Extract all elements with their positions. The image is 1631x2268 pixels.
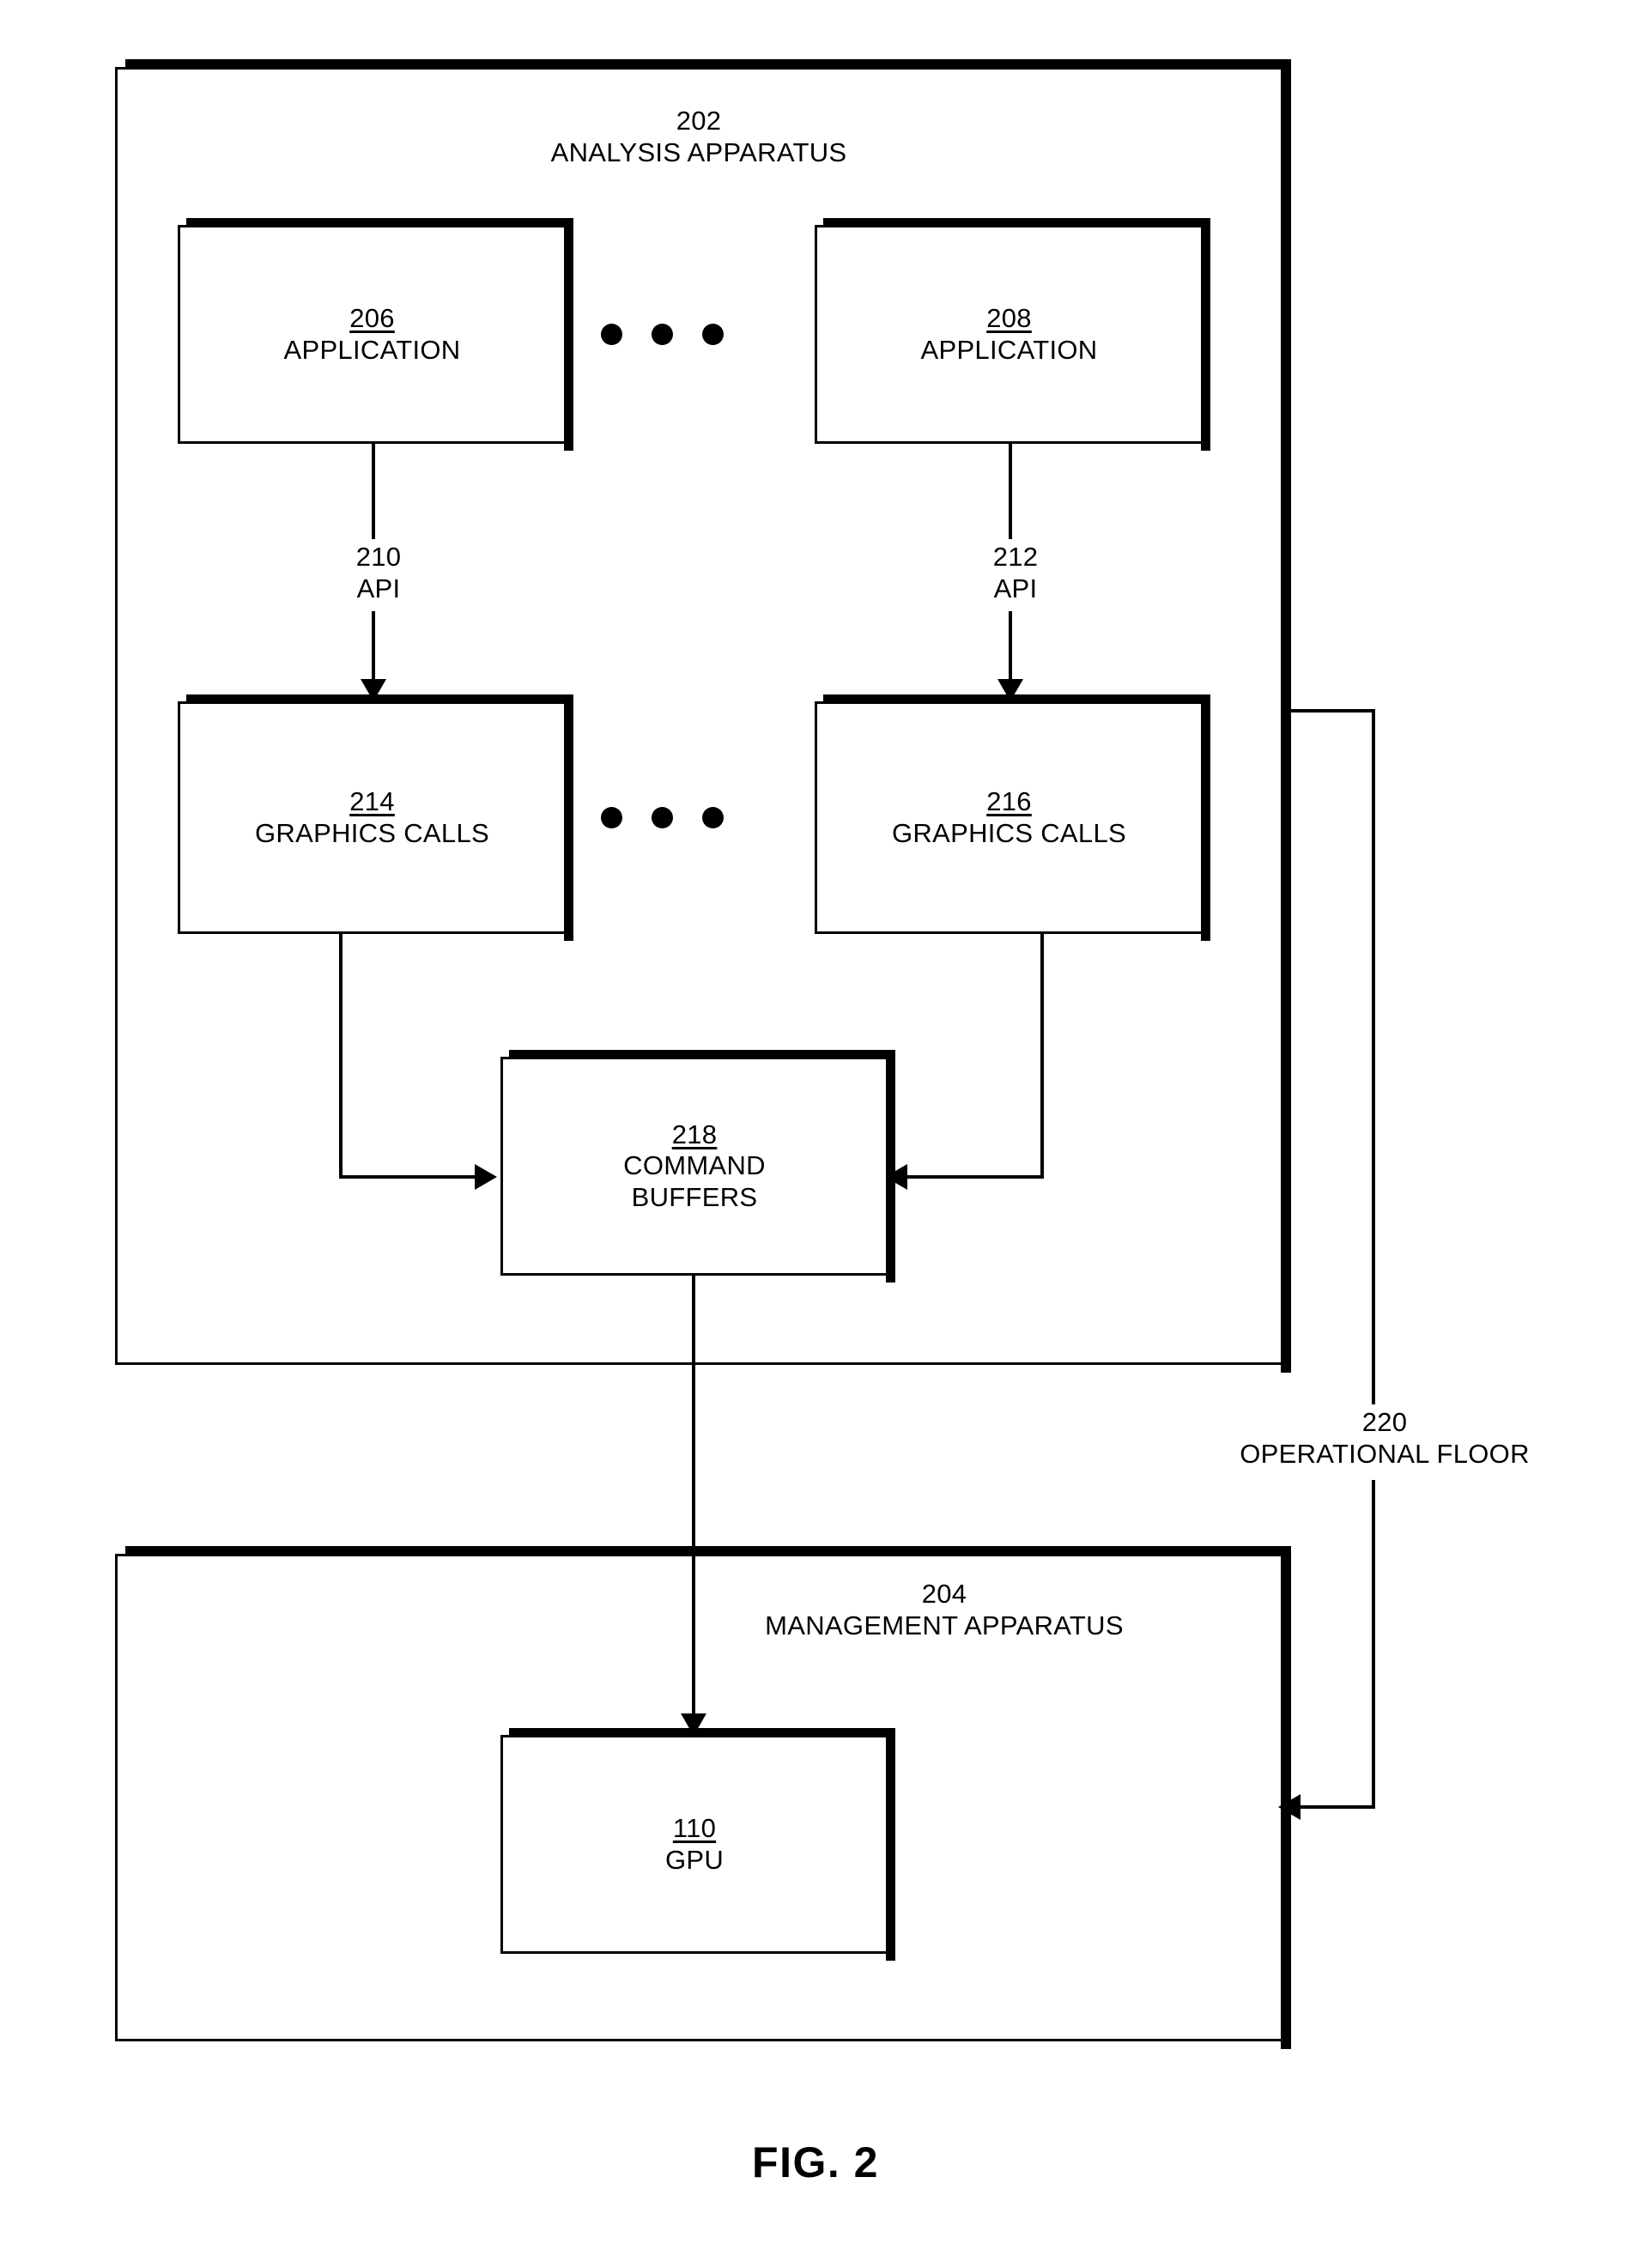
edge-line-api-210-lower xyxy=(372,611,375,685)
figure-caption: FIG. 2 xyxy=(752,2138,879,2186)
edge-line-214-to-218-vertical xyxy=(339,934,343,1179)
ellipsis-dot xyxy=(652,324,673,345)
edge-line-api-212 xyxy=(1009,444,1012,541)
analysis-apparatus-label: ANALYSIS APPARATUS xyxy=(550,137,847,168)
edge-line-operational-floor-upper xyxy=(1372,709,1375,1408)
analysis-apparatus-ref: 202 xyxy=(676,106,722,136)
node-command-buffers-218[interactable]: 218 COMMAND BUFFERS xyxy=(500,1050,895,1283)
edge-ref-210: 210 xyxy=(355,542,402,572)
edge-line-218-to-gpu xyxy=(692,1276,695,1719)
node-label-206: APPLICATION xyxy=(283,334,461,365)
ellipsis-dot xyxy=(601,324,622,345)
edge-line-operational-floor-top xyxy=(1283,709,1375,713)
edge-line-api-210 xyxy=(372,444,375,541)
node-label-214: GRAPHICS CALLS xyxy=(255,817,489,848)
node-label-216: GRAPHICS CALLS xyxy=(892,817,1126,848)
arrowhead-operational-floor xyxy=(1278,1794,1301,1820)
node-application-206[interactable]: 206 APPLICATION xyxy=(178,218,573,451)
edge-text-220: OPERATIONAL FLOOR xyxy=(1240,1439,1530,1470)
node-ref-216: 216 xyxy=(986,785,1032,816)
ellipsis-dot xyxy=(702,324,724,345)
node-label-110: GPU xyxy=(664,1844,725,1875)
edge-ref-220: 220 xyxy=(1361,1407,1408,1437)
ellipsis-dot xyxy=(702,807,724,828)
node-label-218: COMMAND BUFFERS xyxy=(623,1150,766,1212)
edge-text-210: API xyxy=(356,573,401,604)
edge-label-operational-floor: 220 OPERATIONAL FLOOR xyxy=(1142,1404,1628,1472)
edge-line-operational-floor-bottom xyxy=(1299,1805,1375,1809)
analysis-apparatus-caption: 202 ANALYSIS APPARATUS xyxy=(458,105,939,168)
edge-line-216-to-218-horizontal xyxy=(906,1175,1044,1179)
node-ref-214: 214 xyxy=(349,785,395,816)
edge-line-216-to-218-vertical xyxy=(1040,934,1044,1179)
ellipsis-applications xyxy=(601,324,724,345)
edge-line-214-to-218-horizontal xyxy=(339,1175,494,1179)
node-ref-208: 208 xyxy=(986,302,1032,333)
node-graphics-calls-214[interactable]: 214 GRAPHICS CALLS xyxy=(178,694,573,941)
edge-ref-212: 212 xyxy=(992,542,1039,572)
edge-label-api-212: 212 API xyxy=(940,539,1091,607)
node-ref-206: 206 xyxy=(349,302,395,333)
ellipsis-graphics-calls xyxy=(601,807,724,828)
edge-line-operational-floor-lower xyxy=(1372,1480,1375,1809)
node-ref-218: 218 xyxy=(671,1119,718,1149)
node-label-208: APPLICATION xyxy=(920,334,1098,365)
edge-text-212: API xyxy=(993,573,1038,604)
node-graphics-calls-216[interactable]: 216 GRAPHICS CALLS xyxy=(815,694,1210,941)
arrowhead-214-to-218 xyxy=(475,1164,497,1190)
node-ref-110: 110 xyxy=(672,1812,717,1843)
edge-line-api-212-lower xyxy=(1009,611,1012,685)
management-apparatus-label: MANAGEMENT APPARATUS xyxy=(765,1610,1124,1641)
ellipsis-dot xyxy=(652,807,673,828)
edge-label-api-210: 210 API xyxy=(303,539,454,607)
management-apparatus-ref: 204 xyxy=(921,1579,967,1609)
node-gpu-110[interactable]: 110 GPU xyxy=(500,1728,895,1961)
node-application-208[interactable]: 208 APPLICATION xyxy=(815,218,1210,451)
management-apparatus-caption: 204 MANAGEMENT APPARATUS xyxy=(678,1578,1210,1641)
patent-figure-page: 202 ANALYSIS APPARATUS 206 APPLICATION 2… xyxy=(0,0,1631,2268)
ellipsis-dot xyxy=(601,807,622,828)
